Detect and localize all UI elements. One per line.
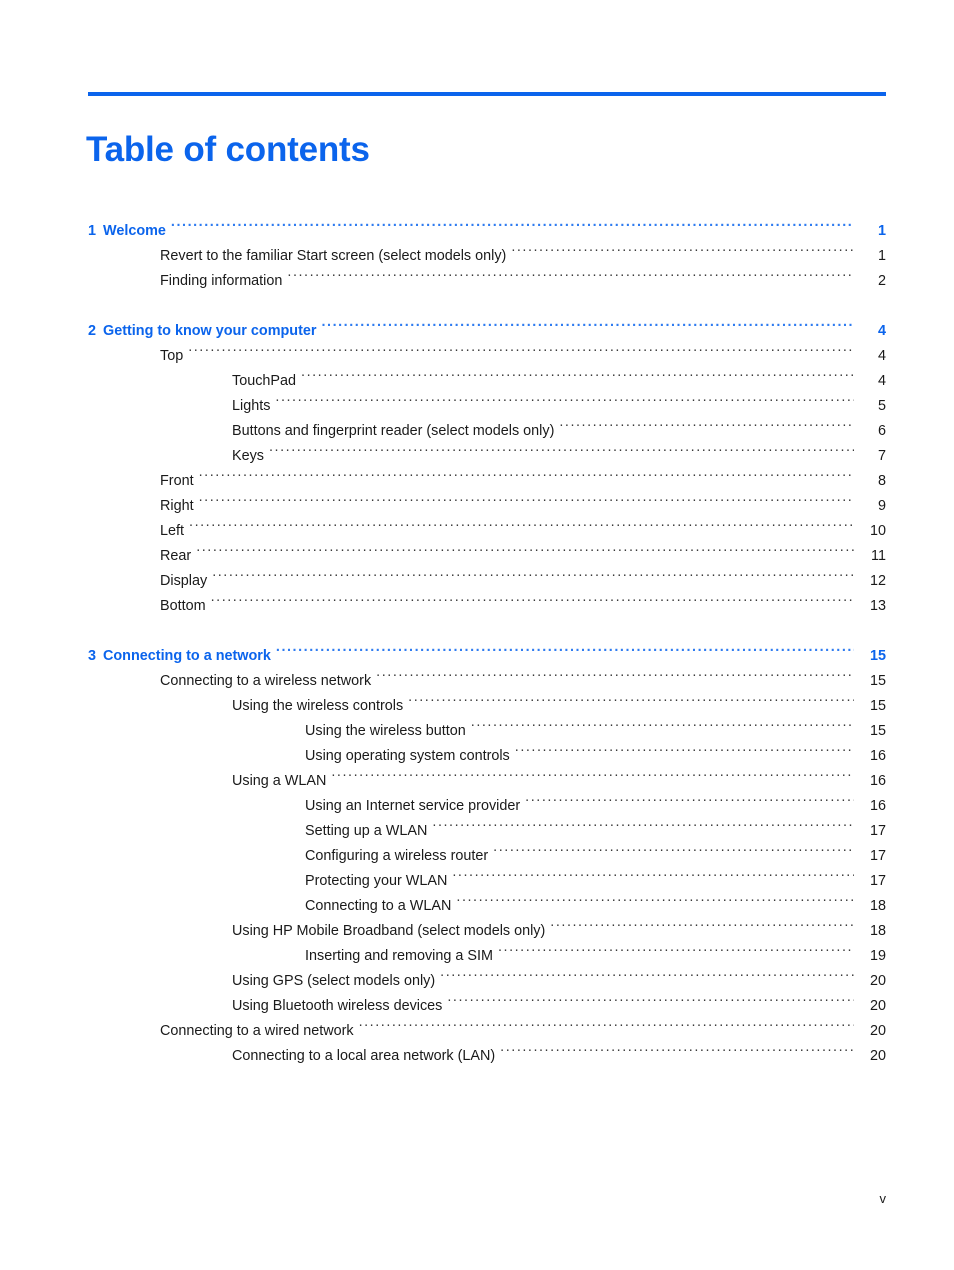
toc-entry-page-number: 13 bbox=[869, 598, 886, 614]
toc-entry-level-1[interactable]: Front8 bbox=[0, 460, 954, 489]
toc-entry-level-2[interactable]: TouchPad4 bbox=[0, 360, 954, 389]
toc-leader-dots bbox=[376, 660, 854, 685]
toc-leader-dots bbox=[493, 835, 854, 860]
toc-entry-level-2[interactable]: Using HP Mobile Broadband (select models… bbox=[0, 910, 954, 939]
toc-leader-dots bbox=[432, 810, 854, 835]
toc-leader-dots bbox=[287, 260, 854, 285]
toc-entry-label: Finding information bbox=[160, 273, 283, 289]
page-title: Table of contents bbox=[86, 130, 370, 170]
toc-leader-dots bbox=[456, 885, 854, 910]
toc-leader-dots bbox=[171, 210, 854, 235]
toc-entry-level-2[interactable]: Using the wireless controls15 bbox=[0, 685, 954, 714]
toc-entry-label: Connecting to a local area network (LAN) bbox=[232, 1048, 496, 1064]
toc-entry-level-2[interactable]: Buttons and fingerprint reader (select m… bbox=[0, 410, 954, 439]
toc-leader-dots bbox=[408, 685, 854, 710]
toc-entry-level-1[interactable]: Display12 bbox=[0, 560, 954, 589]
toc-entry-level-1[interactable]: Connecting to a wireless network15 bbox=[0, 660, 954, 689]
toc-entry-level-1[interactable]: Connecting to a wired network20 bbox=[0, 1010, 954, 1039]
toc-leader-dots bbox=[275, 385, 854, 410]
toc-entry-level-1[interactable]: Rear11 bbox=[0, 535, 954, 564]
toc-entry-level-3[interactable]: Using an Internet service provider16 bbox=[0, 785, 954, 814]
toc-leader-dots bbox=[199, 485, 854, 510]
toc-entry-level-1[interactable]: Top4 bbox=[0, 335, 954, 364]
toc-entry-level-3[interactable]: Using the wireless button15 bbox=[0, 710, 954, 739]
toc-leader-dots bbox=[471, 710, 854, 735]
toc-entry-level-1[interactable]: Revert to the familiar Start screen (sel… bbox=[0, 235, 954, 264]
toc-entry-level-3[interactable]: Setting up a WLAN17 bbox=[0, 810, 954, 839]
toc-entry-level-2[interactable]: Lights5 bbox=[0, 385, 954, 414]
toc-leader-dots bbox=[321, 310, 854, 335]
toc-chapter-entry[interactable]: 3Connecting to a network15 bbox=[0, 635, 954, 664]
toc-entry-level-2[interactable]: Using a WLAN16 bbox=[0, 760, 954, 789]
toc-leader-dots bbox=[212, 560, 854, 585]
toc-entry-page-number: 2 bbox=[877, 273, 886, 289]
toc-leader-dots bbox=[515, 735, 854, 760]
title-rule bbox=[88, 92, 886, 96]
toc-leader-dots bbox=[269, 435, 854, 460]
toc-entry-level-3[interactable]: Configuring a wireless router17 bbox=[0, 835, 954, 864]
toc-leader-dots bbox=[447, 985, 854, 1010]
toc-leader-dots bbox=[196, 535, 854, 560]
toc-chapter-entry[interactable]: 1Welcome1 bbox=[0, 210, 954, 239]
toc-leader-dots bbox=[498, 935, 854, 960]
toc-entry-level-2[interactable]: Using Bluetooth wireless devices20 bbox=[0, 985, 954, 1014]
footer-page-number: v bbox=[879, 1191, 887, 1206]
toc-leader-dots bbox=[211, 585, 854, 610]
toc-leader-dots bbox=[199, 460, 854, 485]
toc-leader-dots bbox=[500, 1035, 854, 1060]
toc-leader-dots bbox=[550, 910, 854, 935]
toc-page: Table of contents 1Welcome1Revert to the… bbox=[0, 0, 954, 1270]
toc-entry-level-1[interactable]: Finding information 2 bbox=[0, 260, 954, 289]
table-of-contents-list: 1Welcome1Revert to the familiar Start sc… bbox=[0, 210, 954, 1064]
toc-leader-dots bbox=[301, 360, 854, 385]
toc-entry-level-2[interactable]: Keys7 bbox=[0, 435, 954, 464]
toc-leader-dots bbox=[525, 785, 854, 810]
toc-leader-dots bbox=[189, 510, 854, 535]
toc-entry-level-3[interactable]: Inserting and removing a SIM19 bbox=[0, 935, 954, 964]
toc-entry-level-1[interactable]: Left10 bbox=[0, 510, 954, 539]
toc-entry-level-1[interactable]: Bottom 13 bbox=[0, 585, 954, 614]
toc-leader-dots bbox=[276, 635, 854, 660]
toc-entry-level-3[interactable]: Using operating system controls16 bbox=[0, 735, 954, 764]
toc-entry-level-3[interactable]: Protecting your WLAN17 bbox=[0, 860, 954, 889]
toc-entry-level-1[interactable]: Right9 bbox=[0, 485, 954, 514]
toc-entry-level-2[interactable]: Connecting to a local area network (LAN)… bbox=[0, 1035, 954, 1064]
toc-entry-page-number: 20 bbox=[869, 1048, 886, 1064]
toc-chapter-entry[interactable]: 2Getting to know your computer4 bbox=[0, 310, 954, 339]
toc-entry-level-2[interactable]: Using GPS (select models only)20 bbox=[0, 960, 954, 989]
toc-entry-label: Bottom bbox=[160, 598, 206, 614]
toc-leader-dots bbox=[559, 410, 854, 435]
toc-leader-dots bbox=[440, 960, 854, 985]
toc-leader-dots bbox=[331, 760, 854, 785]
toc-leader-dots bbox=[188, 335, 854, 360]
toc-leader-dots bbox=[452, 860, 854, 885]
toc-leader-dots bbox=[511, 235, 854, 260]
toc-entry-level-3[interactable]: Connecting to a WLAN18 bbox=[0, 885, 954, 914]
toc-leader-dots bbox=[359, 1010, 854, 1035]
